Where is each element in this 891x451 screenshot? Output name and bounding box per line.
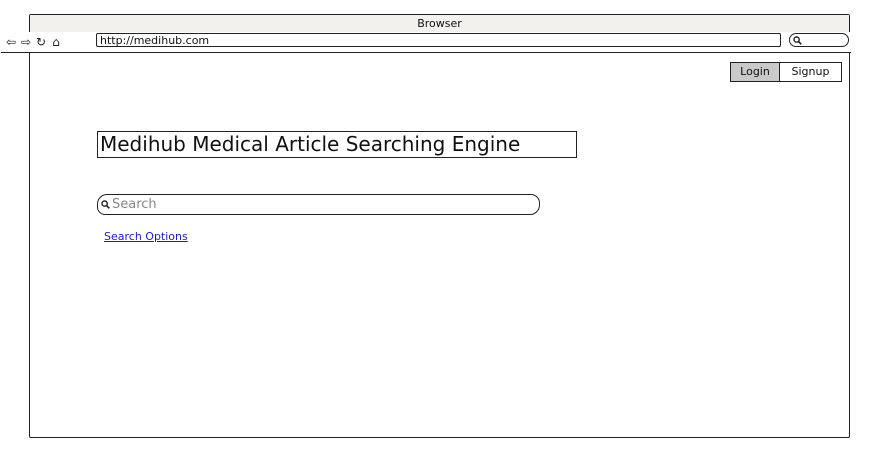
reload-icon[interactable]: ↻ xyxy=(35,35,47,49)
auth-buttons: Login Signup xyxy=(730,62,842,82)
page-title: Medihub Medical Article Searching Engine xyxy=(97,131,577,158)
search-options-link[interactable]: Search Options xyxy=(104,230,188,243)
home-icon[interactable]: ⌂ xyxy=(50,35,62,49)
address-bar[interactable]: http://medihub.com xyxy=(96,33,781,47)
browser-title: Browser xyxy=(30,15,849,33)
search-icon xyxy=(793,35,802,45)
search-icon xyxy=(101,200,110,209)
browser-search-field[interactable] xyxy=(789,33,849,47)
nav-buttons: ⇦ ⇨ ↻ ⌂ xyxy=(5,33,62,51)
back-arrow-icon[interactable]: ⇦ xyxy=(5,35,17,49)
search-bar[interactable] xyxy=(97,194,540,215)
browser-toolbar: ⇦ ⇨ ↻ ⌂ http://medihub.com xyxy=(1,32,851,53)
browser-window: Browser ⇦ ⇨ ↻ ⌂ http://medihub.com xyxy=(1,14,851,438)
search-input[interactable] xyxy=(110,197,522,212)
signup-button[interactable]: Signup xyxy=(780,62,842,82)
forward-arrow-icon[interactable]: ⇨ xyxy=(20,35,32,49)
login-button[interactable]: Login xyxy=(730,62,780,82)
mockup-canvas: Browser ⇦ ⇨ ↻ ⌂ http://medihub.com Login… xyxy=(0,0,891,451)
